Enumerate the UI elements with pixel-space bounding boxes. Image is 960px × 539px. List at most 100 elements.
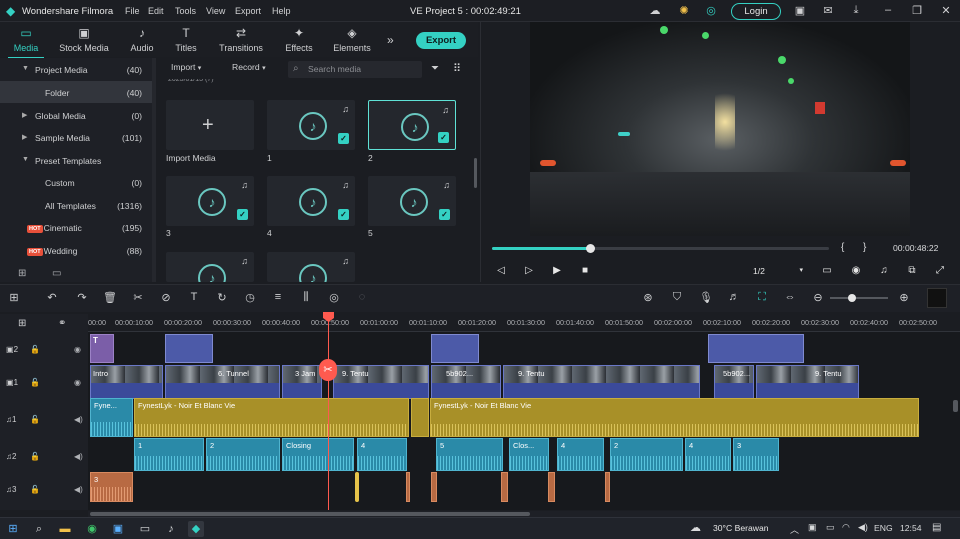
- new-folder-icon[interactable]: ⊞: [18, 268, 26, 279]
- sidebar-item-all-templates[interactable]: All Templates (1316): [0, 194, 152, 216]
- layout-icon[interactable]: ⊞: [6, 291, 22, 304]
- music-clip[interactable]: FynestLyk - Noir Et Blanc Vie: [430, 398, 919, 437]
- render-icon[interactable]: ⊛: [640, 291, 656, 304]
- tiktok-icon[interactable]: ♪: [163, 521, 179, 537]
- zoom-in-icon[interactable]: ⊕: [896, 291, 912, 304]
- audio-clip[interactable]: 2: [610, 438, 683, 471]
- audio-clip[interactable]: Closing: [282, 438, 354, 471]
- weather-text[interactable]: 30°C Berawan: [713, 523, 769, 533]
- chrome-icon[interactable]: ◉: [84, 521, 100, 537]
- fit-icon[interactable]: ⇔: [782, 291, 798, 303]
- mark-out-button[interactable]: }: [863, 242, 866, 253]
- speaker-icon[interactable]: ◀): [74, 485, 83, 494]
- music-list-icon[interactable]: ♬: [726, 291, 742, 303]
- video-clip[interactable]: 9. Tentu: [503, 365, 700, 399]
- audio-clip[interactable]: [355, 472, 359, 502]
- prev-frame-icon[interactable]: ◁: [494, 265, 508, 276]
- timeline-vertical-scrollbar[interactable]: [953, 400, 958, 412]
- media-item-audio[interactable]: ♪ ♫ ✓: [368, 176, 456, 226]
- playhead[interactable]: [328, 314, 329, 510]
- tray-app-icon[interactable]: ▣: [808, 522, 817, 533]
- clock[interactable]: 12:54: [900, 523, 922, 533]
- import-dropdown[interactable]: Import ▾: [171, 62, 201, 78]
- sidebar-item-wedding[interactable]: HOT Wedding (88): [0, 239, 152, 261]
- microphone-icon[interactable]: 🎙: [698, 291, 714, 304]
- volume-icon[interactable]: ♫: [877, 265, 891, 276]
- lock-icon[interactable]: 🔓: [30, 415, 40, 424]
- delete-icon[interactable]: 🗑: [102, 291, 118, 304]
- zoom-slider[interactable]: [830, 297, 888, 299]
- redo-icon[interactable]: ↷: [74, 291, 90, 304]
- sidebar-item-folder[interactable]: Folder (40): [0, 81, 152, 103]
- audio-clip[interactable]: 4: [557, 438, 604, 471]
- video-clip[interactable]: 6. Tunnel: [165, 365, 280, 399]
- audio-clip[interactable]: 4: [685, 438, 731, 471]
- audio-clip[interactable]: [501, 472, 508, 502]
- sidebar-item-custom[interactable]: Custom (0): [0, 171, 152, 193]
- menu-export[interactable]: Export: [235, 6, 261, 16]
- motion-icon[interactable]: ◌: [354, 291, 370, 303]
- audio-clip[interactable]: [548, 472, 555, 502]
- sidebar-item-project-media[interactable]: ▼ Project Media (40): [0, 58, 152, 80]
- music-clip[interactable]: [411, 398, 429, 437]
- windows-start-icon[interactable]: ⊞: [5, 521, 21, 537]
- music-clip[interactable]: FynestLyk - Noir Et Blanc Vie: [134, 398, 409, 437]
- minimize-icon[interactable]: –: [881, 4, 895, 18]
- media-item-audio[interactable]: ♪ ♫ ✓: [267, 176, 355, 226]
- video-clip[interactable]: 3 Jam: [282, 365, 322, 399]
- media-item-audio[interactable]: ♪ ♫ ✓: [267, 100, 355, 150]
- restore-icon[interactable]: ❐: [910, 4, 924, 18]
- lock-icon[interactable]: 🔓: [30, 485, 40, 494]
- zoom-out-icon[interactable]: ⊖: [810, 291, 826, 304]
- video-clip[interactable]: 9. Tentu: [333, 365, 429, 399]
- language-indicator[interactable]: ENG: [874, 523, 893, 533]
- media-scrollbar[interactable]: [474, 158, 477, 188]
- adjust-icon[interactable]: ≡: [270, 291, 286, 303]
- sidebar-item-global-media[interactable]: ▶ Global Media (0): [0, 104, 152, 126]
- tab-media[interactable]: ▭ Media: [0, 26, 56, 59]
- audio-clip[interactable]: 3: [733, 438, 779, 471]
- cloud-icon[interactable]: ☁: [648, 4, 662, 18]
- tab-titles[interactable]: T Titles: [156, 26, 216, 53]
- media-item-audio[interactable]: ♪ ♫: [267, 252, 355, 282]
- timeline-ruler[interactable]: 00:00 00:00:10:00 00:00:20:00 00:00:30:0…: [88, 314, 960, 332]
- audio-wave-icon[interactable]: ⫼: [298, 291, 314, 304]
- add-track-icon[interactable]: ⊞: [18, 318, 26, 329]
- media-item-audio[interactable]: ♪ ♫: [166, 252, 254, 282]
- stabilize-icon[interactable]: ◎: [326, 291, 342, 304]
- record-dropdown[interactable]: Record ▾: [232, 62, 266, 78]
- split-icon[interactable]: ✂: [130, 291, 146, 304]
- speaker-icon[interactable]: ◀): [74, 415, 83, 424]
- sidebar-item-sample-media[interactable]: ▶ Sample Media (101): [0, 126, 152, 148]
- network-icon[interactable]: ▭: [826, 522, 835, 533]
- video-clip[interactable]: 9. Tentu: [756, 365, 859, 399]
- download-icon[interactable]: ⤓: [849, 4, 863, 18]
- menu-edit[interactable]: Edit: [148, 6, 164, 16]
- lock-icon[interactable]: 🔓: [30, 452, 40, 461]
- file-explorer-icon[interactable]: ▬: [57, 521, 73, 537]
- tab-stock-media[interactable]: ▣ Stock Media: [54, 26, 114, 53]
- tab-transitions[interactable]: ⇄ Transitions: [211, 26, 271, 53]
- import-media-tile[interactable]: +: [166, 100, 254, 150]
- video-clip[interactable]: 5b902...: [714, 365, 754, 399]
- filter-icon[interactable]: ⏷: [431, 63, 439, 74]
- notification-icon[interactable]: ▤: [932, 522, 941, 533]
- sidebar-item-cinematic[interactable]: HOT Cinematic (195): [0, 216, 152, 238]
- close-icon[interactable]: ✕: [939, 4, 953, 18]
- quality-select[interactable]: 1/2 ▾: [749, 264, 805, 278]
- overlay-clip[interactable]: [165, 334, 213, 363]
- overlay-clip[interactable]: [431, 334, 479, 363]
- filmora-taskbar-icon[interactable]: ◆: [188, 521, 204, 537]
- headset-icon[interactable]: ◎: [704, 4, 718, 18]
- menu-view[interactable]: View: [206, 6, 225, 16]
- eye-icon[interactable]: ◉: [74, 378, 81, 387]
- sidebar-item-preset-templates[interactable]: ▼ Preset Templates: [0, 149, 152, 171]
- playback-scrub-handle[interactable]: [586, 244, 595, 253]
- rotate-icon[interactable]: ↻: [214, 291, 230, 304]
- audio-clip[interactable]: [406, 472, 410, 502]
- audio-clip[interactable]: 4: [357, 438, 407, 471]
- zoom-slider-handle[interactable]: [848, 294, 856, 302]
- mail-icon[interactable]: ✉: [821, 4, 835, 18]
- display-icon[interactable]: ▭: [820, 265, 834, 276]
- audio-clip[interactable]: Clos...: [509, 438, 549, 471]
